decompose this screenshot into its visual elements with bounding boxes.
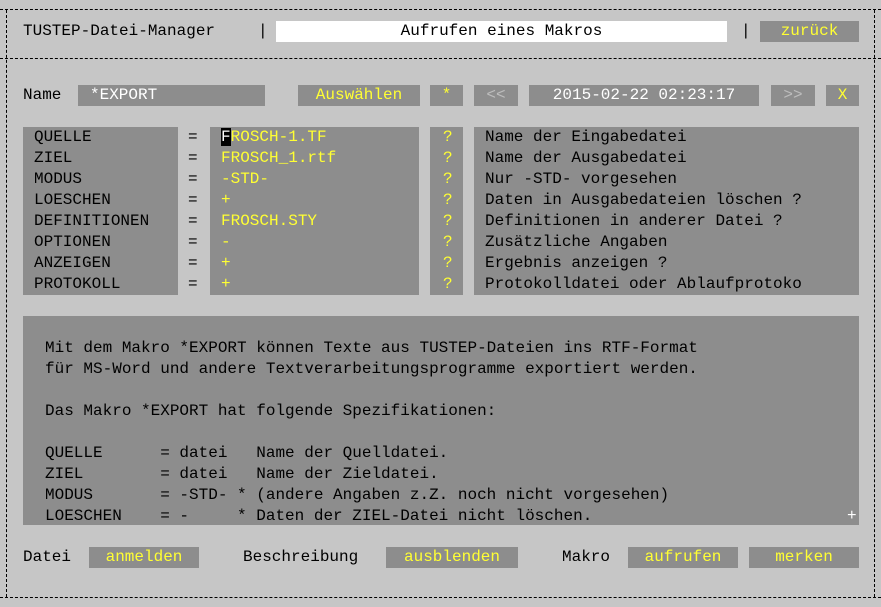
param-description: Protokolldatei oder Ablaufprotoko: [485, 275, 802, 293]
call-macro-button[interactable]: aufrufen: [628, 547, 738, 568]
register-button[interactable]: anmelden: [89, 547, 199, 568]
description-line: LOESCHEN = - * Daten der ZIEL-Datei nich…: [45, 507, 593, 525]
param-equals: =: [188, 212, 198, 230]
description-label: Beschreibung: [243, 548, 359, 566]
description-line: Mit dem Makro *EXPORT können Texte aus T…: [45, 339, 698, 357]
screen-title: Aufrufen eines Makros: [276, 21, 727, 42]
param-description: Daten in Ausgabedateien löschen ?: [485, 191, 802, 209]
macro-name-field[interactable]: *EXPORT: [78, 85, 265, 106]
param-value[interactable]: -: [221, 232, 231, 252]
back-button[interactable]: zurück: [760, 21, 859, 42]
scroll-more-marker[interactable]: +: [847, 506, 857, 525]
param-equals: =: [188, 233, 198, 251]
param-value[interactable]: -STD-: [221, 169, 269, 189]
param-value[interactable]: +: [221, 274, 231, 294]
name-label: Name: [23, 86, 62, 104]
bottom-border: [0, 597, 881, 598]
description-line: MODUS = -STD- * (andere Angaben z.Z. noc…: [45, 486, 670, 504]
param-equals: =: [188, 128, 198, 146]
param-name: ANZEIGEN: [34, 254, 111, 272]
description-panel[interactable]: Mit dem Makro *EXPORT können Texte aus T…: [23, 316, 859, 525]
param-value[interactable]: FROSCH-1.TF: [221, 127, 327, 147]
text-cursor: F: [221, 128, 231, 146]
param-equals: =: [188, 275, 198, 293]
param-value-rest: ROSCH-1.TF: [230, 128, 327, 146]
param-name: ZIEL: [34, 149, 73, 167]
next-button[interactable]: >>: [771, 85, 815, 106]
param-name: QUELLE: [34, 128, 92, 146]
param-value[interactable]: FROSCH.STY: [221, 211, 317, 231]
description-line: QUELLE = datei Name der Quelldatei.: [45, 444, 449, 462]
param-help-button[interactable]: ?: [443, 232, 453, 252]
separator: |: [741, 22, 751, 40]
header-divider: [0, 58, 881, 59]
param-description: Definitionen in anderer Datei ?: [485, 212, 783, 230]
param-value[interactable]: FROSCH_1.rtf: [221, 148, 336, 168]
param-name: LOESCHEN: [34, 191, 111, 209]
select-button[interactable]: Auswählen: [298, 85, 420, 106]
description-line: ZIEL = datei Name der Zieldatei.: [45, 465, 439, 483]
param-description: Ergebnis anzeigen ?: [485, 254, 668, 272]
param-help-button[interactable]: ?: [443, 274, 453, 294]
param-name: MODUS: [34, 170, 83, 188]
param-description: Nur -STD- vorgesehen: [485, 170, 678, 188]
param-equals: =: [188, 170, 198, 188]
top-border: [0, 9, 881, 10]
datetime-display: 2015-02-22 02:23:17: [529, 85, 759, 106]
description-line: Das Makro *EXPORT hat folgende Spezifika…: [45, 402, 497, 420]
left-border: [6, 10, 7, 597]
param-name: PROTOKOLL: [34, 275, 121, 293]
star-button[interactable]: *: [430, 85, 463, 106]
param-help-button[interactable]: ?: [443, 190, 453, 210]
param-name: OPTIONEN: [34, 233, 111, 251]
right-border: [874, 10, 875, 597]
prev-button[interactable]: <<: [474, 85, 518, 106]
param-equals: =: [188, 191, 198, 209]
param-help-button[interactable]: ?: [443, 211, 453, 231]
param-name: DEFINITIONEN: [34, 212, 150, 230]
separator: |: [258, 22, 268, 40]
param-value[interactable]: +: [221, 253, 231, 273]
param-equals: =: [188, 254, 198, 272]
param-help-button[interactable]: ?: [443, 127, 453, 147]
param-value[interactable]: +: [221, 190, 231, 210]
param-equals: =: [188, 149, 198, 167]
macro-label: Makro: [562, 548, 611, 566]
param-description: Name der Eingabedatei: [485, 128, 687, 146]
param-description: Zusätzliche Angaben: [485, 233, 668, 251]
close-button[interactable]: X: [826, 85, 859, 106]
file-label: Datei: [23, 548, 72, 566]
app-title: TUSTEP-Datei-Manager: [23, 22, 216, 40]
param-help-button[interactable]: ?: [443, 148, 453, 168]
param-description: Name der Ausgabedatei: [485, 149, 687, 167]
hide-description-button[interactable]: ausblenden: [386, 547, 518, 568]
param-help-button[interactable]: ?: [443, 253, 453, 273]
param-help-button[interactable]: ?: [443, 169, 453, 189]
remember-button[interactable]: merken: [749, 547, 859, 568]
description-line: für MS-Word und andere Textverarbeitungs…: [45, 360, 698, 378]
